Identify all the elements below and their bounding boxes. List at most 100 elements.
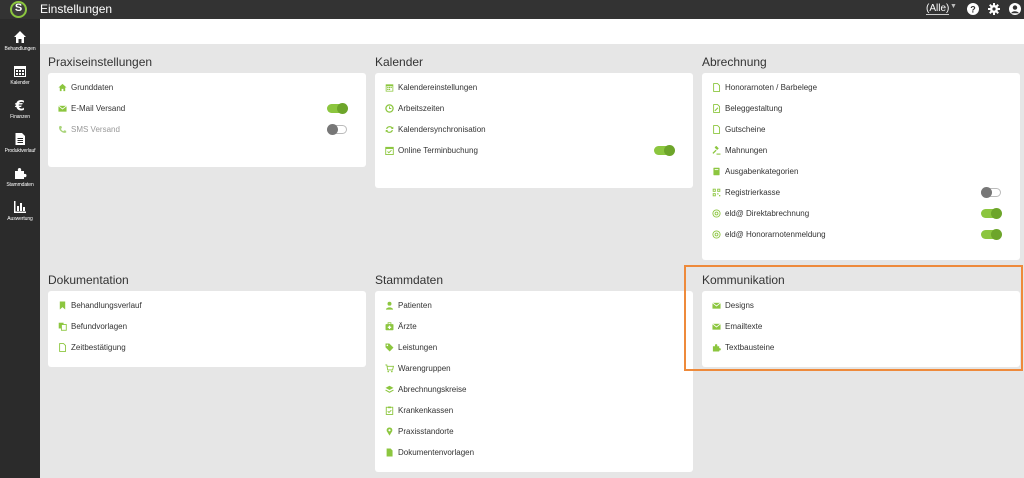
settings-card: Behandlungsverlauf Befundvorlagen Zeitbe…	[48, 291, 366, 367]
location-filter-dropdown[interactable]: (Alle)	[926, 3, 950, 15]
settings-item-label: Mahnungen	[725, 146, 768, 155]
settings-item-registrierkasse[interactable]: Registrierkasse	[712, 182, 1010, 203]
settings-item-label: Arbeitszeiten	[398, 104, 445, 113]
document-icon	[15, 133, 25, 145]
tag-icon	[385, 343, 394, 352]
settings-item-behandlungsverlauf[interactable]: Behandlungsverlauf	[58, 295, 356, 316]
eld-direktabrechnung-toggle[interactable]	[981, 208, 1002, 219]
at-icon	[712, 209, 721, 218]
settings-item-arbeitszeiten[interactable]: Arbeitszeiten	[385, 98, 683, 119]
file-icon	[58, 343, 67, 352]
medkit-icon	[385, 322, 394, 331]
section-title: Abrechnung	[702, 55, 767, 69]
registrierkasse-toggle[interactable]	[981, 187, 1001, 198]
settings-item-praxisstandorte[interactable]: Praxisstandorte	[385, 421, 683, 442]
settings-item-sms-versand[interactable]: SMS Versand	[58, 119, 356, 140]
settings-item-ausgabenkategorien[interactable]: Ausgabenkategorien	[712, 161, 1010, 182]
home-icon	[58, 83, 67, 92]
settings-item-label: Gutscheine	[725, 125, 766, 134]
settings-item-label: Emailtexte	[725, 322, 763, 331]
file-icon	[385, 448, 394, 457]
settings-card: Kalendereinstellungen Arbeitszeiten Kale…	[375, 73, 693, 188]
settings-item-label: Patienten	[398, 301, 432, 310]
settings-item-label: Kalendereinstellungen	[398, 83, 478, 92]
settings-card: Patienten Ärzte Leistungen Warengruppen …	[375, 291, 693, 472]
sidebar-item-kalender[interactable]: Kalender	[0, 64, 40, 98]
online-terminbuchung-toggle[interactable]	[654, 145, 675, 156]
eld-honorarnotenmeldung-toggle[interactable]	[981, 229, 1002, 240]
home-icon	[14, 31, 26, 43]
copy-icon	[58, 322, 67, 331]
toggle-knob	[327, 124, 338, 135]
help-icon[interactable]: ?	[967, 3, 979, 15]
settings-item-kalendereinstellungen[interactable]: Kalendereinstellungen	[385, 77, 683, 98]
settings-item-mahnungen[interactable]: Mahnungen	[712, 140, 1010, 161]
settings-item-honorarnoten[interactable]: Honorarnoten / Barbelege	[712, 77, 1010, 98]
settings-item-eld-direktabrechnung[interactable]: eld@ Direktabrechnung	[712, 203, 1010, 224]
envelope-icon	[712, 322, 721, 331]
email-versand-toggle[interactable]	[327, 103, 348, 114]
sms-versand-toggle[interactable]	[327, 124, 347, 135]
bar-chart-icon	[14, 201, 26, 213]
settings-item-befundvorlagen[interactable]: Befundvorlagen	[58, 316, 356, 337]
settings-item-label: Kalendersynchronisation	[398, 125, 486, 134]
settings-item-label: Online Terminbuchung	[398, 146, 478, 155]
gear-icon[interactable]	[988, 3, 1000, 15]
settings-item-label: E-Mail Versand	[71, 104, 126, 113]
layers-icon	[385, 385, 394, 394]
at-icon	[712, 230, 721, 239]
sidebar-item-label: Finanzen	[10, 114, 30, 120]
bookmark-icon	[58, 301, 67, 310]
settings-item-eld-honorarnotenmeldung[interactable]: eld@ Honorarnotenmeldung	[712, 224, 1010, 245]
calendar-check-icon	[385, 146, 394, 155]
file-edit-icon	[712, 104, 721, 113]
section-praxiseinstellungen: Praxiseinstellungen Grunddaten E-Mail Ve…	[48, 55, 366, 167]
settings-item-abrechnungskreise[interactable]: Abrechnungskreise	[385, 379, 683, 400]
settings-item-label: Behandlungsverlauf	[71, 301, 142, 310]
settings-item-designs[interactable]: Designs	[712, 295, 1010, 316]
gavel-icon	[712, 146, 721, 155]
section-title: Kalender	[375, 55, 424, 69]
settings-item-kalendersynchronisation[interactable]: Kalendersynchronisation	[385, 119, 683, 140]
section-title: Kommunikation	[702, 273, 785, 287]
settings-card: Honorarnoten / Barbelege Beleggestaltung…	[702, 73, 1020, 260]
settings-card: Designs Emailtexte Textbausteine	[702, 291, 1020, 367]
settings-item-label: Abrechnungskreise	[398, 385, 467, 394]
settings-card: Grunddaten E-Mail Versand SMS Versand	[48, 73, 366, 167]
sidebar-item-produktverlauf[interactable]: Produktverlauf	[0, 132, 40, 166]
user-account-icon[interactable]	[1009, 3, 1021, 15]
settings-item-email-versand[interactable]: E-Mail Versand	[58, 98, 356, 119]
settings-item-warengruppen[interactable]: Warengruppen	[385, 358, 683, 379]
book-icon	[712, 167, 721, 176]
settings-item-aerzte[interactable]: Ärzte	[385, 316, 683, 337]
settings-item-krankenkassen[interactable]: Krankenkassen	[385, 400, 683, 421]
svg-text:€: €	[14, 99, 25, 113]
sidebar-item-behandlungen[interactable]: Behandlungen	[0, 30, 40, 64]
section-title: Stammdaten	[375, 273, 444, 287]
file-icon	[712, 83, 721, 92]
settings-item-emailtexte[interactable]: Emailtexte	[712, 316, 1010, 337]
sidebar-item-finanzen[interactable]: € Finanzen	[0, 98, 40, 132]
user-icon	[385, 301, 394, 310]
chevron-down-icon[interactable]: ▼	[950, 3, 957, 10]
page-title: Einstellungen	[40, 2, 113, 16]
settings-item-gutscheine[interactable]: Gutscheine	[712, 119, 1010, 140]
settings-item-zeitbestaetigung[interactable]: Zeitbestätigung	[58, 337, 356, 358]
section-abrechnung: Abrechnung Honorarnoten / Barbelege Bele…	[702, 55, 1020, 260]
section-kalender: Kalender Kalendereinstellungen Arbeitsze…	[375, 55, 693, 188]
puzzle-icon	[712, 343, 721, 352]
settings-item-leistungen[interactable]: Leistungen	[385, 337, 683, 358]
app-logo[interactable]: S	[10, 1, 27, 18]
settings-item-online-terminbuchung[interactable]: Online Terminbuchung	[385, 140, 683, 161]
settings-item-grunddaten[interactable]: Grunddaten	[58, 77, 356, 98]
sidebar-item-auswertung[interactable]: Auswertung	[0, 200, 40, 234]
settings-item-dokumentenvorlagen[interactable]: Dokumentenvorlagen	[385, 442, 683, 463]
settings-item-patienten[interactable]: Patienten	[385, 295, 683, 316]
clipboard-icon	[385, 406, 394, 415]
sidebar-item-stammdaten[interactable]: Stammdaten	[0, 166, 40, 200]
settings-item-beleggestaltung[interactable]: Beleggestaltung	[712, 98, 1010, 119]
toggle-knob	[991, 208, 1002, 219]
settings-item-label: Grunddaten	[71, 83, 114, 92]
settings-item-label: Honorarnoten / Barbelege	[725, 83, 818, 92]
settings-item-textbausteine[interactable]: Textbausteine	[712, 337, 1010, 358]
